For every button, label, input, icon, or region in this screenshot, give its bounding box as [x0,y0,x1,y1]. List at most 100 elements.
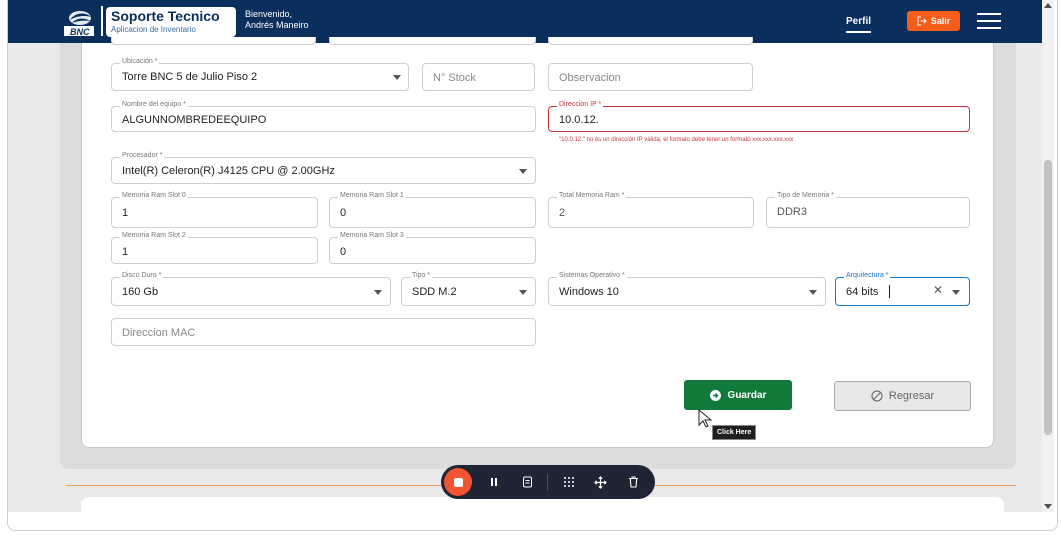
logout-icon [917,16,927,26]
welcome-greeting: Bienvenido, [245,9,293,19]
grid-icon [564,477,574,487]
click-here-tooltip: Click Here [712,425,757,440]
tipo-memoria-value: DDR3 [777,206,807,218]
guardar-button[interactable]: Guardar [684,380,792,410]
sistema-operativo-label: Sistemas Operativo * [557,272,627,279]
hamburger-menu-icon[interactable] [977,13,1001,30]
direccion-ip-input[interactable]: Direccion IP * 10.0.12. [548,101,970,132]
toolbar-divider [547,474,548,490]
ram-slot2-value: 1 [122,246,129,258]
regresar-label: Regresar [888,390,935,402]
chevron-down-icon [519,289,527,295]
sistema-operativo-select[interactable]: Sistemas Operativo * Windows 10 [548,272,826,306]
total-ram-label: Total Memoria Ram * [557,192,627,199]
screen-recorder-toolbar [441,465,655,499]
total-ram-input: Total Memoria Ram * 2 [548,192,754,228]
arquitectura-select[interactable]: Arquitectura * 64 bits ✕ [835,272,970,306]
stop-recording-button[interactable] [444,468,472,496]
brand-title: Soporte Tecnico [111,8,220,24]
total-ram-value: 2 [559,207,566,219]
procesador-value: Intel(R) Celeron(R) J4125 CPU @ 2.00GHz [122,165,335,177]
clear-icon[interactable]: ✕ [933,283,943,297]
procesador-label: Procesador * [120,152,165,159]
direccion-ip-error: "10.0.12." no es un dirección IP válida,… [559,137,794,143]
ram-slot3-input[interactable]: Memoria Ram Slot 3 0 [329,232,536,264]
ubicacion-label: Ubicación * [120,58,160,65]
scroll-down-arrow-icon[interactable] [1044,504,1052,509]
ram-slot1-value: 0 [340,207,347,219]
ubicacion-select[interactable]: Ubicación * Torre BNC 5 de Julio Piso 2 [111,58,409,91]
stop-icon [453,477,463,487]
guardar-label: Guardar [727,389,767,401]
ram-slot3-value: 0 [340,246,347,258]
ram-slot1-input[interactable]: Memoria Ram Slot 1 0 [329,192,536,228]
ram-slot0-value: 1 [122,207,129,219]
perfil-link[interactable]: Perfil [846,16,872,33]
chevron-down-icon [374,289,382,295]
brand-divider [101,6,103,36]
ram-slot0-input[interactable]: Memoria Ram Slot 0 1 [111,192,318,228]
browser-viewport: BNC Soporte Tecnico Aplicacion de Invent… [7,0,1042,512]
procesador-select[interactable]: Procesador * Intel(R) Celeron(R) J4125 C… [111,152,536,184]
next-section-card [81,497,1004,512]
disco-duro-select[interactable]: Disco Duro * 160 Gb [111,272,391,306]
nombre-equipo-input[interactable]: Nombre del equipo * ALGUNNOMBREDEEQUIPO [111,101,536,132]
cutoff-field [329,37,536,45]
tipo-value: SDD M.2 [412,286,457,298]
screenshot-frame: BNC Soporte Tecnico Aplicacion de Invent… [0,0,1061,539]
arquitectura-value: 64 bits [846,286,879,298]
mac-placeholder: Direccion MAC [122,327,196,339]
chevron-down-icon [393,75,401,80]
welcome-user: Andrés Maneiro [245,20,309,30]
ram-slot0-label: Memoria Ram Slot 0 [120,192,188,199]
brand-subtitle: Aplicacion de Inventario [111,25,196,34]
move-icon [593,475,607,489]
chevron-down-icon[interactable] [952,289,960,295]
salir-label: Salir [930,16,951,26]
grid-button[interactable] [560,473,578,491]
disco-duro-value: 160 Gb [122,286,159,298]
cutoff-field [111,37,316,45]
ram-slot2-label: Memoria Ram Slot 2 [120,232,188,239]
cancel-circle-icon [871,390,883,402]
salir-button[interactable]: Salir [907,11,960,31]
sistema-operativo-value: Windows 10 [559,286,619,298]
trash-icon [628,476,638,488]
ram-slot2-input[interactable]: Memoria Ram Slot 2 1 [111,232,318,264]
nombre-equipo-label: Nombre del equipo * [120,101,188,108]
stock-input[interactable]: N° Stock [422,63,535,91]
arquitectura-label: Arquitectura * [844,272,891,279]
chevron-down-icon [809,289,817,295]
welcome-text: Bienvenido, Andrés Maneiro [245,9,309,31]
observacion-input[interactable]: Observacion [548,63,753,91]
direccion-ip-label: Direccion IP * [557,101,604,108]
nombre-equipo-value: ALGUNNOMBREDEEQUIPO [122,114,267,126]
observacion-placeholder: Observacion [559,72,621,84]
disco-duro-label: Disco Duro * [120,272,164,279]
scroll-up-arrow-icon[interactable] [1044,3,1052,8]
pause-icon [491,478,497,486]
brand-box[interactable]: Soporte Tecnico Aplicacion de Inventario [106,7,236,37]
ubicacion-value: Torre BNC 5 de Julio Piso 2 [122,71,258,83]
notes-button[interactable] [518,473,536,491]
stock-placeholder: N° Stock [433,72,476,84]
arrow-circle-right-icon [709,389,721,401]
move-button[interactable] [591,473,609,491]
bnc-logo-text: BNC [70,27,90,37]
regresar-button[interactable]: Regresar [834,381,971,411]
direccion-ip-value: 10.0.12. [559,114,599,126]
mac-input[interactable]: Direccion MAC [111,318,536,346]
tipo-memoria-label: Tipo de Memoria * [775,192,836,199]
tipo-select[interactable]: Tipo * SDD M.2 [401,272,536,306]
text-caret [889,285,890,298]
tipo-label: Tipo * [410,272,433,279]
ram-slot1-label: Memoria Ram Slot 1 [338,192,406,199]
notes-icon [522,476,532,488]
delete-button[interactable] [624,473,642,491]
tipo-memoria-input: Tipo de Memoria * DDR3 [766,192,970,228]
pause-button[interactable] [485,473,503,491]
ram-slot3-label: Memoria Ram Slot 3 [338,232,406,239]
chevron-down-icon [519,168,527,174]
cutoff-field [548,37,753,45]
scrollbar-thumb[interactable] [1044,160,1052,435]
